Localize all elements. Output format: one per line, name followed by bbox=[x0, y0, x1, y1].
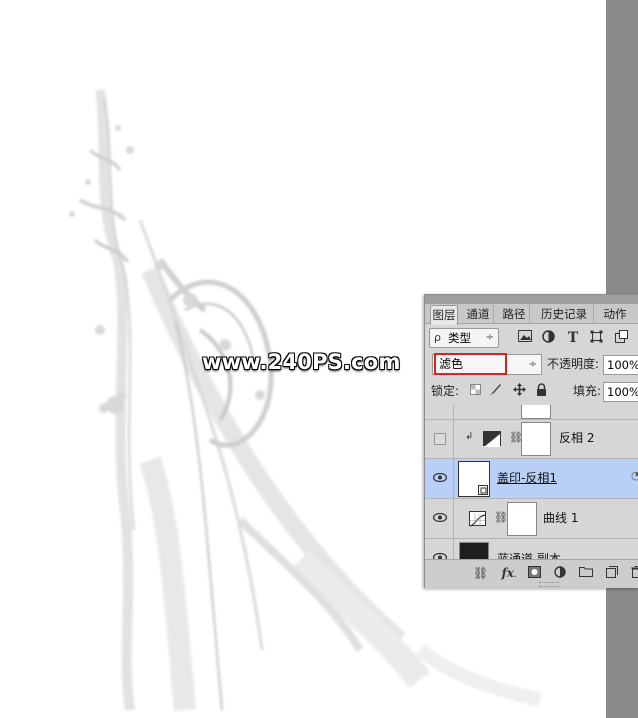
tab-history[interactable]: 历史记录 bbox=[535, 305, 594, 323]
curves-adjustment-icon bbox=[469, 511, 486, 527]
layer-row-stamp-invert-1[interactable]: 盖印-反相1 ◔ bbox=[425, 459, 638, 499]
layer-mask-thumbnail[interactable] bbox=[521, 422, 551, 456]
type-filter-icon[interactable]: T bbox=[565, 330, 581, 346]
layer-name[interactable]: 蓝通道 副本 bbox=[497, 551, 561, 559]
visibility-cell[interactable] bbox=[425, 419, 454, 458]
layer-thumbnail[interactable] bbox=[458, 461, 490, 497]
panel-bottom-bar: ⛓ fx. bbox=[425, 559, 638, 588]
lock-row: 锁定: 填充: 100% bbox=[425, 379, 638, 406]
layer-name[interactable]: 曲线 1 bbox=[543, 510, 578, 526]
fill-input[interactable]: 100% bbox=[603, 382, 638, 402]
layer-thumbnail[interactable] bbox=[459, 542, 489, 559]
chevron-down-icon: ÷ bbox=[485, 332, 494, 343]
shape-filter-icon[interactable] bbox=[588, 330, 604, 346]
visibility-toggle[interactable] bbox=[434, 433, 446, 445]
visibility-cell[interactable] bbox=[425, 405, 454, 419]
chevron-down-icon: ÷ bbox=[528, 359, 537, 370]
layer-row-curves-1[interactable]: ⛓ 曲线 1 bbox=[425, 499, 638, 539]
smart-object-badge-icon bbox=[478, 485, 488, 495]
opacity-input[interactable]: 100% bbox=[603, 355, 638, 375]
layer-name[interactable]: 反相 2 bbox=[559, 430, 594, 446]
visibility-cell[interactable] bbox=[425, 499, 454, 538]
panel-resize-grip[interactable] bbox=[539, 582, 559, 587]
layer-row[interactable] bbox=[425, 405, 638, 420]
lock-all-icon[interactable] bbox=[533, 383, 549, 399]
add-mask-icon[interactable] bbox=[527, 566, 541, 580]
fx-icon[interactable]: fx. bbox=[499, 566, 519, 580]
link-chain-icon[interactable]: ⛓ bbox=[494, 511, 508, 524]
tab-paths[interactable]: 路径 bbox=[499, 305, 530, 323]
highlight-box bbox=[434, 353, 507, 375]
link-layers-icon[interactable]: ⛓ bbox=[473, 566, 488, 580]
watermark-text: www.240PS.com bbox=[202, 350, 401, 374]
layer-thumbnail bbox=[521, 405, 551, 419]
visibility-cell[interactable] bbox=[425, 459, 454, 498]
panel-title-strip[interactable] bbox=[425, 295, 638, 304]
layers-panel: 图层 通道 路径 历史记录 动作 ρ 类型 ÷ T 滤色 ÷ 不透明度: 100… bbox=[424, 294, 638, 588]
new-adjustment-icon[interactable] bbox=[553, 566, 567, 580]
fill-label: 填充: bbox=[573, 384, 602, 398]
panel-tabs: 图层 通道 路径 历史记录 动作 bbox=[425, 295, 638, 325]
image-filter-icon[interactable] bbox=[517, 330, 533, 346]
adjustment-filter-icon[interactable] bbox=[540, 330, 556, 346]
opacity-label: 不透明度: bbox=[547, 357, 600, 371]
layer-effects-indicator-icon: ◔ bbox=[631, 469, 638, 482]
filter-kind-select[interactable]: ρ 类型 ÷ bbox=[429, 328, 499, 348]
filter-kind-label: 类型 bbox=[448, 331, 471, 345]
tab-channels[interactable]: 通道 bbox=[463, 305, 494, 323]
blend-row: 滤色 ÷ 不透明度: 100% bbox=[425, 351, 638, 377]
lock-transparent-icon[interactable] bbox=[467, 383, 483, 399]
layer-mask-thumbnail[interactable] bbox=[507, 502, 537, 536]
eye-icon[interactable] bbox=[433, 513, 447, 522]
lock-label: 锁定: bbox=[431, 384, 460, 398]
eye-icon[interactable] bbox=[433, 473, 447, 482]
layer-filter-row: ρ 类型 ÷ T bbox=[425, 325, 638, 351]
new-layer-icon[interactable] bbox=[605, 566, 619, 580]
tab-layers[interactable]: 图层 bbox=[430, 305, 458, 325]
lock-position-move-icon[interactable] bbox=[511, 383, 527, 399]
search-icon: ρ bbox=[434, 331, 441, 344]
tab-actions[interactable]: 动作 bbox=[599, 305, 631, 323]
layer-list[interactable]: ↲ ⛓ 反相 2 盖印-反相1 ◔ ⛓ 曲线 1 蓝通道 副本 bbox=[425, 405, 638, 559]
smart-object-filter-icon[interactable] bbox=[613, 330, 629, 346]
layer-row-invert-2[interactable]: ↲ ⛓ 反相 2 bbox=[425, 419, 638, 459]
layer-name[interactable]: 盖印-反相1 bbox=[497, 470, 557, 486]
new-group-folder-icon[interactable] bbox=[579, 566, 593, 580]
clipping-arrow-icon: ↲ bbox=[465, 431, 474, 442]
delete-layer-trash-icon[interactable] bbox=[629, 566, 638, 580]
visibility-cell[interactable] bbox=[425, 539, 454, 559]
invert-adjustment-icon bbox=[483, 431, 501, 447]
layer-row-blue-channel-copy[interactable]: 蓝通道 副本 bbox=[425, 539, 638, 559]
lock-pixels-brush-icon[interactable] bbox=[487, 383, 503, 399]
